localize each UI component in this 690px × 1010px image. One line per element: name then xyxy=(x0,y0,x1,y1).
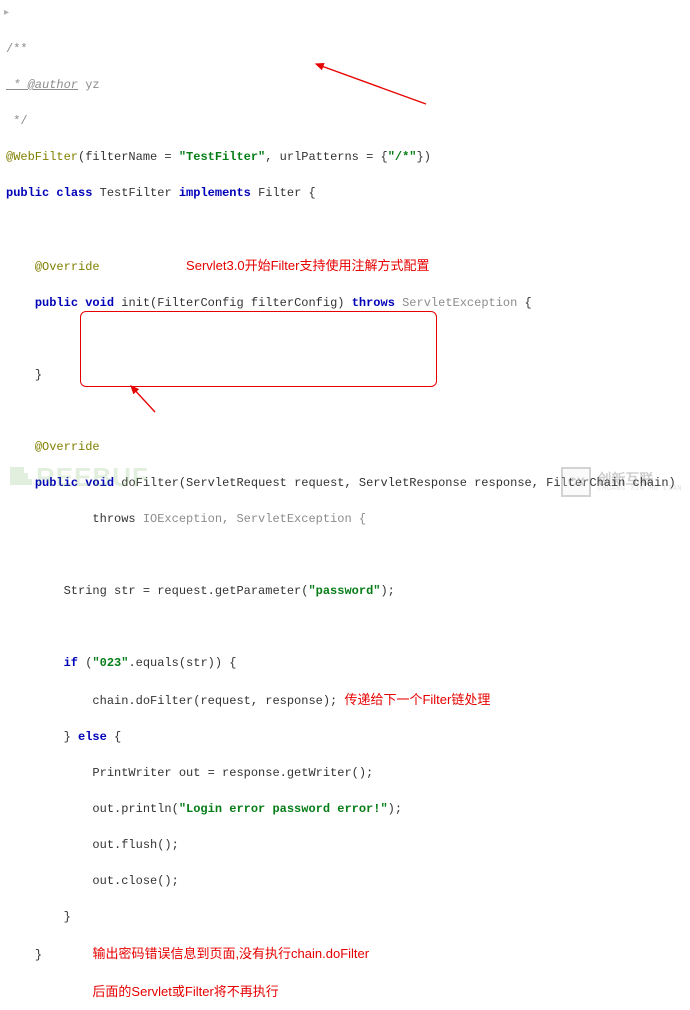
bottom-annotation-l2: 后面的Servlet或Filter将不再执行 xyxy=(92,984,278,999)
else-brace: { xyxy=(107,730,121,744)
class-name: TestFilter xyxy=(92,186,178,200)
flush: out.flush(); xyxy=(6,838,179,852)
bottom-annotation-l1: 输出密码错误信息到页面,没有执行chain.doFilter xyxy=(92,946,369,961)
mid-annotation-text: 传递给下一个Filter链处理 xyxy=(344,692,490,707)
str-023: "023" xyxy=(92,656,128,670)
chain-call: chain.doFilter(request, response); xyxy=(6,694,337,708)
str-end: ); xyxy=(380,584,394,598)
author-tag: * @author xyxy=(6,78,78,92)
wf-str2: "/*" xyxy=(388,150,417,164)
watermark-left: REEBUF xyxy=(10,458,149,497)
watermark-logo: CX xyxy=(561,467,591,497)
str-password: "password" xyxy=(308,584,380,598)
kw-public2: public xyxy=(35,296,78,310)
throws-indent: throws xyxy=(6,512,136,526)
brace1: { xyxy=(517,296,531,310)
top-annotation-text: Servlet3.0开始Filter支持使用注解方式配置 xyxy=(186,258,429,273)
override-2: @Override xyxy=(35,440,100,454)
str-decl: String str = request.getParameter( xyxy=(6,584,308,598)
close: out.close(); xyxy=(6,874,179,888)
code-block: ▸ /** * @author yz */ @WebFilter(filterN… xyxy=(6,4,690,1010)
kw-else: else xyxy=(78,730,107,744)
wf-str1: "TestFilter" xyxy=(179,150,265,164)
highlight-box xyxy=(80,311,437,387)
exc-io-servlet: IOException, ServletException { xyxy=(136,512,366,526)
watermark-logo-text: CX xyxy=(568,473,585,491)
throws1: throws xyxy=(352,296,395,310)
init-sig: init(FilterConfig filterConfig) xyxy=(114,296,352,310)
override-1: @Override xyxy=(35,260,100,274)
if-b: .equals(str)) { xyxy=(128,656,236,670)
watermark-bars-icon xyxy=(10,467,32,489)
println-b: ); xyxy=(388,802,402,816)
str-loginerr: "Login error password error!" xyxy=(179,802,388,816)
fold-icon: ▸ xyxy=(4,6,9,21)
wf-p2: , urlPatterns = { xyxy=(265,150,387,164)
kw-implements: implements xyxy=(179,186,251,200)
comment-open: /** xyxy=(6,42,28,56)
pw-line: PrintWriter out = response.getWriter(); xyxy=(6,766,373,780)
wf-p1: (filterName = xyxy=(78,150,179,164)
exc-servlet: ServletException xyxy=(395,296,517,310)
watermark-right-sub: CHUANG XIN HU LIAN xyxy=(597,486,682,493)
println-a: out.println( xyxy=(6,802,179,816)
webfilter-annotation: @WebFilter xyxy=(6,150,78,164)
kw-if: if xyxy=(64,656,78,670)
watermark-right-main: 创新互联 xyxy=(597,472,682,486)
brace-close-init: } xyxy=(35,368,42,382)
iface: Filter { xyxy=(251,186,316,200)
wf-p3: }) xyxy=(417,150,431,164)
kw-public: public xyxy=(6,186,49,200)
kw-class: class xyxy=(56,186,92,200)
if-a: ( xyxy=(78,656,92,670)
author-val: yz xyxy=(78,78,100,92)
brace-close-dofilter: } xyxy=(35,948,42,962)
watermark-left-text: REEBUF xyxy=(36,458,149,497)
comment-close: */ xyxy=(6,114,28,128)
kw-void1: void xyxy=(85,296,114,310)
brace-close-else: } xyxy=(64,910,71,924)
watermark-right: CX 创新互联 CHUANG XIN HU LIAN xyxy=(561,467,682,497)
